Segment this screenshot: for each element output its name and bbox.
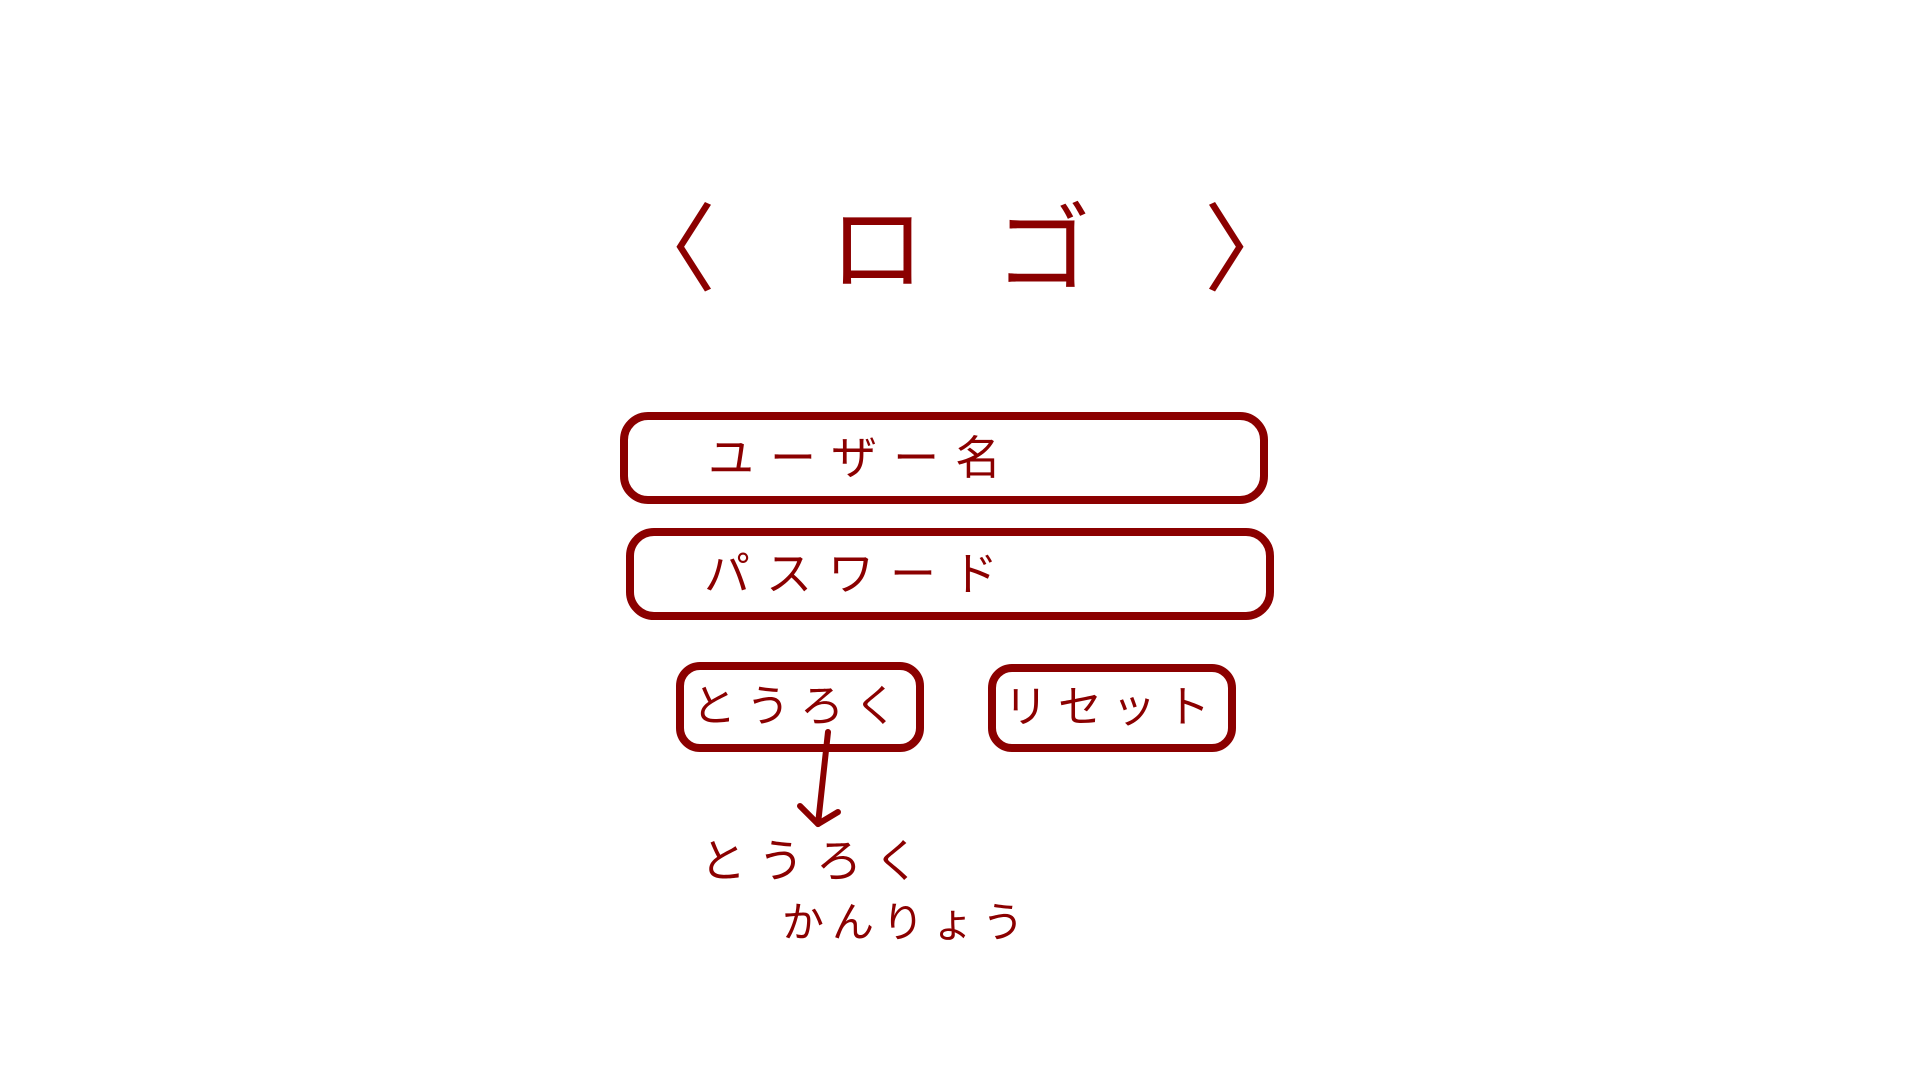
- logo: 〈 ロゴ 〉: [620, 180, 1300, 320]
- completion-note-line1: とうろく: [700, 834, 932, 888]
- logo-text: ロゴ: [829, 194, 1161, 306]
- username-field[interactable]: ユーザー名: [620, 412, 1268, 504]
- register-button-label: とうろく: [692, 681, 908, 732]
- password-field[interactable]: パスワード: [626, 528, 1274, 620]
- reset-button-label: リセット: [1004, 682, 1220, 733]
- logo-open-bracket: 〈: [620, 194, 716, 306]
- flow-arrow: [797, 729, 841, 827]
- completion-note-line2: かんりょう: [782, 898, 1033, 947]
- logo-close-bracket: 〉: [1204, 194, 1300, 306]
- reset-button[interactable]: リセット: [988, 664, 1236, 752]
- completion-note: とうろく かんりょう: [700, 834, 1033, 947]
- password-label: パスワード: [704, 547, 1014, 601]
- username-label: ユーザー名: [708, 431, 1018, 485]
